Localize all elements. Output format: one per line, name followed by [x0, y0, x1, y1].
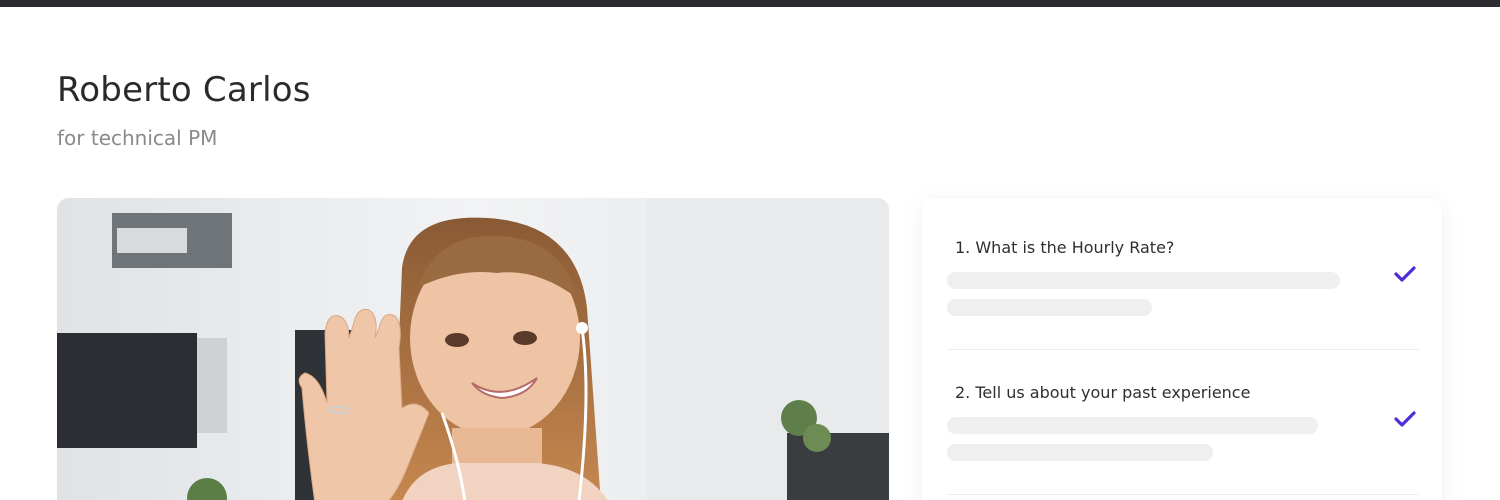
question-label: 2. Tell us about your past experience — [955, 383, 1251, 402]
divider — [947, 349, 1419, 350]
answer-placeholder-line — [947, 272, 1340, 289]
answer-placeholder-line — [947, 299, 1152, 316]
divider — [947, 494, 1419, 495]
video-player[interactable] — [57, 198, 889, 500]
question-label: 1. What is the Hourly Rate? — [955, 238, 1175, 257]
answer-placeholder-line — [947, 417, 1318, 434]
check-icon — [1394, 266, 1416, 282]
questions-panel: 1. What is the Hourly Rate? 2. Tell us a… — [922, 198, 1442, 500]
video-frame-image — [57, 198, 889, 500]
candidate-role: for technical PM — [57, 126, 218, 150]
question-item[interactable]: 2. Tell us about your past experience — [947, 383, 1419, 461]
top-bar — [0, 0, 1500, 7]
answer-placeholder-line — [947, 444, 1213, 461]
question-item[interactable]: 1. What is the Hourly Rate? — [947, 238, 1419, 316]
check-icon — [1394, 411, 1416, 427]
candidate-name: Roberto Carlos — [57, 70, 311, 110]
